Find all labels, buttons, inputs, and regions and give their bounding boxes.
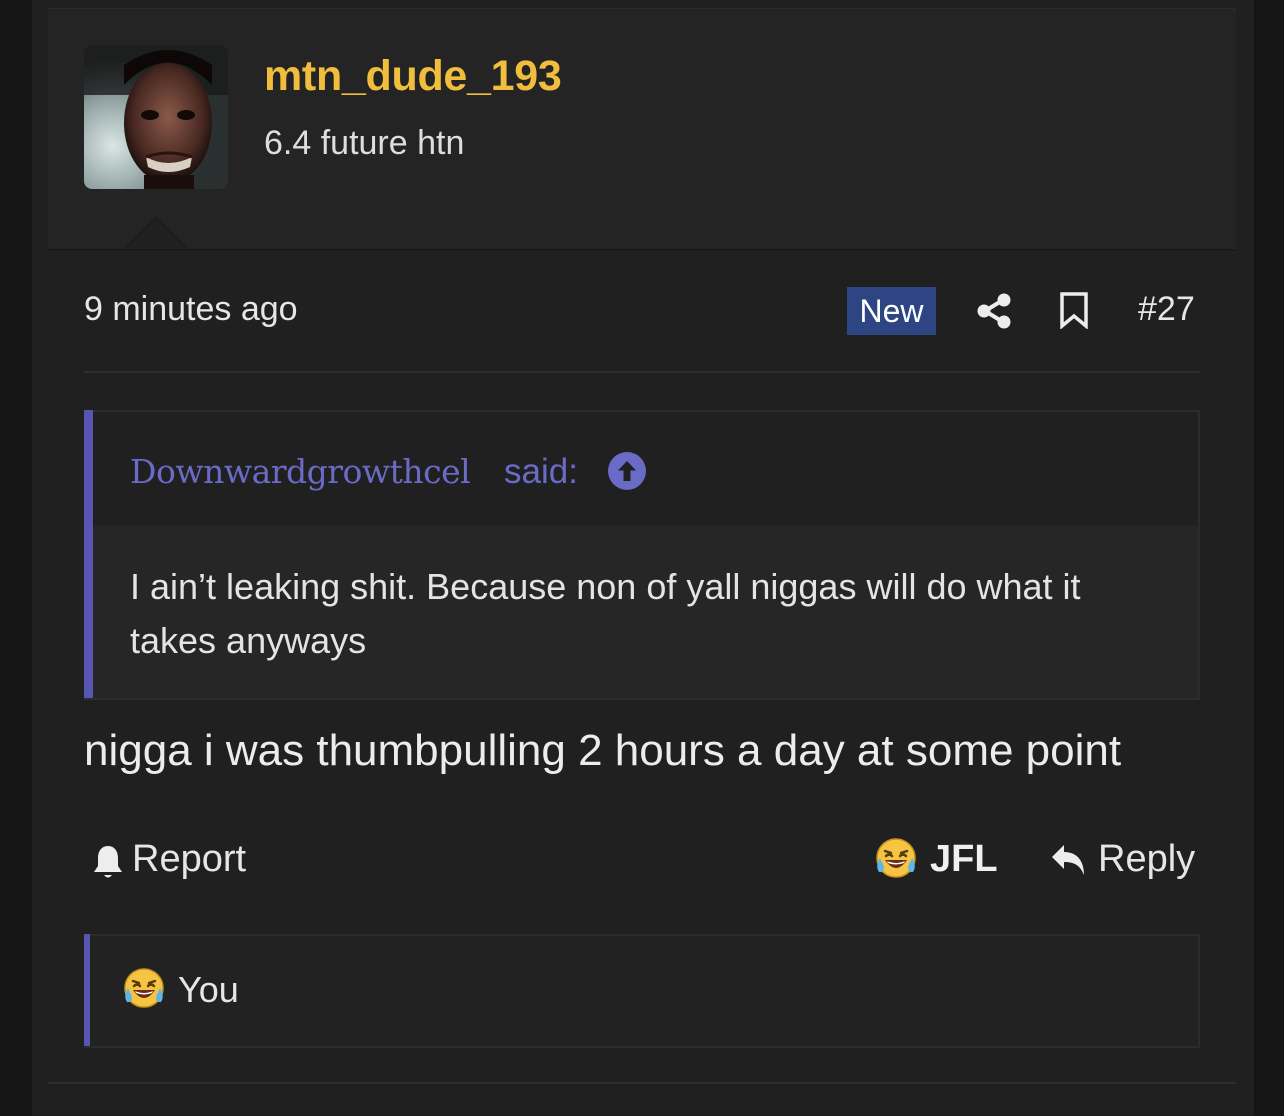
arrow-up-circle-icon[interactable] <box>608 452 646 490</box>
bell-icon <box>94 846 122 878</box>
reactions-accent-bar <box>84 934 90 1046</box>
post-timestamp[interactable]: 9 minutes ago <box>84 290 298 329</box>
new-badge: New <box>847 287 936 335</box>
quote-author[interactable]: Downwardgrowthcel <box>130 452 471 491</box>
reaction-user[interactable]: You <box>178 969 239 1011</box>
jfl-label: JFL <box>930 838 998 880</box>
post-body: nigga i was thumbpulling 2 hours a day a… <box>84 726 1122 775</box>
avatar[interactable] <box>84 45 228 189</box>
quote-body: I ain’t leaking shit. Because non of yal… <box>130 566 1081 661</box>
report-label: Report <box>132 838 247 880</box>
share-icon[interactable] <box>975 292 1013 330</box>
quote-said-label: said: <box>504 452 578 491</box>
user-avatar-photo <box>84 45 228 189</box>
reply-label: Reply <box>1098 838 1196 880</box>
post-number[interactable]: #27 <box>1138 290 1195 329</box>
quote-accent-bar <box>84 410 93 698</box>
reactions-bar[interactable] <box>84 934 1200 1048</box>
reply-arrow-icon <box>1052 845 1084 875</box>
divider <box>84 371 1200 373</box>
username[interactable]: mtn_dude_193 <box>264 52 562 101</box>
divider <box>48 1082 1236 1084</box>
bookmark-icon[interactable] <box>1058 291 1090 329</box>
laughing-crying-emoji-icon <box>124 968 164 1008</box>
user-title: 6.4 future htn <box>264 124 465 162</box>
laughing-crying-emoji-icon <box>876 838 916 878</box>
